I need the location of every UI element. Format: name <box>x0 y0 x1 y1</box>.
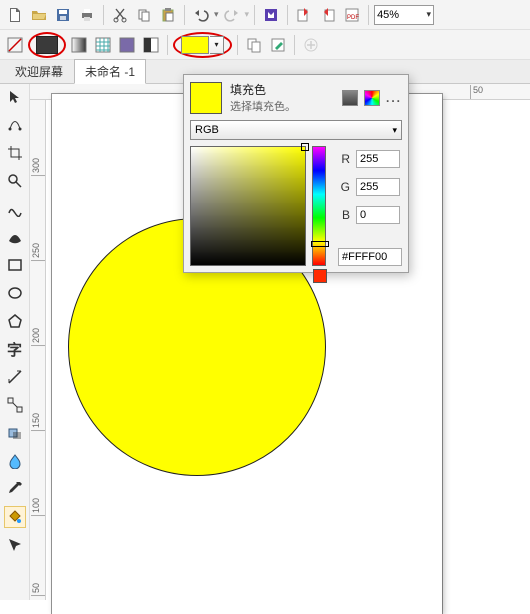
ruler-tick: 300 <box>31 158 45 176</box>
separator <box>287 5 288 25</box>
highlight-circle-1 <box>28 32 66 58</box>
palette-button[interactable] <box>364 90 380 106</box>
separator <box>294 35 295 55</box>
ruler-tick: 200 <box>31 328 45 346</box>
rgb-inputs: R G B <box>338 146 402 266</box>
ruler-tick: 150 <box>31 413 45 431</box>
r-label: R <box>338 152 350 166</box>
postscript-fill-button[interactable] <box>140 34 162 56</box>
separator <box>184 5 185 25</box>
copy-fill-button[interactable] <box>243 34 265 56</box>
separator <box>254 5 255 25</box>
zoom-value: 45% <box>377 9 399 21</box>
add-button[interactable] <box>300 34 322 56</box>
copy-button[interactable] <box>133 4 155 26</box>
hue-result-swatch <box>313 269 327 283</box>
b-label: B <box>338 208 350 222</box>
edit-fill-button[interactable] <box>267 34 289 56</box>
main-toolbar: ▾ ▾ PDF 45% <box>0 0 530 30</box>
cut-button[interactable] <box>109 4 131 26</box>
save-button[interactable] <box>52 4 74 26</box>
separator <box>167 35 168 55</box>
dimension-tool[interactable] <box>4 366 26 388</box>
zoom-tool[interactable] <box>4 170 26 192</box>
tab-welcome[interactable]: 欢迎屏幕 <box>4 59 74 84</box>
highlight-circle-2 <box>173 32 232 58</box>
connector-tool[interactable] <box>4 394 26 416</box>
svg-text:PDF: PDF <box>347 15 359 21</box>
toolbox: 字 <box>0 84 30 600</box>
vertical-ruler: 300 250 200 150 100 50 <box>30 100 46 600</box>
pattern-fill-button[interactable] <box>92 34 114 56</box>
paste-button[interactable] <box>157 4 179 26</box>
macro-button[interactable] <box>260 4 282 26</box>
redo-caret[interactable]: ▾ <box>245 9 250 20</box>
import-a-button[interactable] <box>293 4 315 26</box>
undo-caret[interactable]: ▾ <box>214 9 219 20</box>
rectangle-tool[interactable] <box>4 254 26 276</box>
ruler-tick: 50 <box>470 85 483 99</box>
fountain-fill-button[interactable] <box>68 34 90 56</box>
g-label: G <box>338 180 350 194</box>
hue-slider[interactable] <box>312 146 326 266</box>
color-model-select[interactable]: RGB <box>190 120 402 140</box>
redo-button[interactable] <box>221 4 243 26</box>
crop-tool[interactable] <box>4 142 26 164</box>
fill-color-dropdown[interactable] <box>210 36 224 54</box>
artistic-media-tool[interactable] <box>4 226 26 248</box>
separator <box>237 35 238 55</box>
popout-current-swatch <box>190 82 222 114</box>
open-file-button[interactable] <box>28 4 50 26</box>
ellipse-tool[interactable] <box>4 282 26 304</box>
new-file-button[interactable] <box>4 4 26 26</box>
b-input[interactable] <box>356 206 400 224</box>
zoom-select[interactable]: 45% <box>374 5 434 25</box>
r-input[interactable] <box>356 150 400 168</box>
more-options-button[interactable]: ... <box>386 91 402 105</box>
no-fill-button[interactable] <box>4 34 26 56</box>
fill-color-swatch[interactable] <box>181 36 209 54</box>
ruler-tick: 100 <box>31 498 45 516</box>
pick-tool[interactable] <box>4 86 26 108</box>
eyedropper-tool[interactable] <box>4 478 26 500</box>
text-tool[interactable]: 字 <box>4 338 26 360</box>
shape-tool[interactable] <box>4 114 26 136</box>
texture-fill-button[interactable] <box>116 34 138 56</box>
popout-subtitle: 选择填充色。 <box>230 98 296 114</box>
outline-tool[interactable] <box>4 534 26 556</box>
hue-handle[interactable] <box>311 241 329 247</box>
interactive-fill-tool[interactable] <box>4 506 26 528</box>
popout-title: 填充色 <box>230 81 296 98</box>
tab-untitled-1[interactable]: 未命名 -1 <box>74 59 146 84</box>
polygon-tool[interactable] <box>4 310 26 332</box>
print-button[interactable] <box>76 4 98 26</box>
hex-input[interactable] <box>338 248 402 266</box>
fill-color-popout: 填充色 选择填充色。 ... RGB R G B <box>183 74 409 273</box>
undo-button[interactable] <box>190 4 212 26</box>
transparency-tool[interactable] <box>4 450 26 472</box>
ruler-tick: 250 <box>31 243 45 261</box>
uniform-fill-button[interactable] <box>36 36 58 54</box>
export-pdf-button[interactable]: PDF <box>341 4 363 26</box>
color-field[interactable] <box>190 146 306 266</box>
color-viewer-button[interactable] <box>342 90 358 106</box>
import-b-button[interactable] <box>317 4 339 26</box>
separator <box>368 5 369 25</box>
effects-tool[interactable] <box>4 422 26 444</box>
color-field-handle[interactable] <box>301 143 309 151</box>
property-toolbar <box>0 30 530 60</box>
g-input[interactable] <box>356 178 400 196</box>
separator <box>103 5 104 25</box>
ruler-tick: 50 <box>31 583 45 596</box>
freehand-tool[interactable] <box>4 198 26 220</box>
